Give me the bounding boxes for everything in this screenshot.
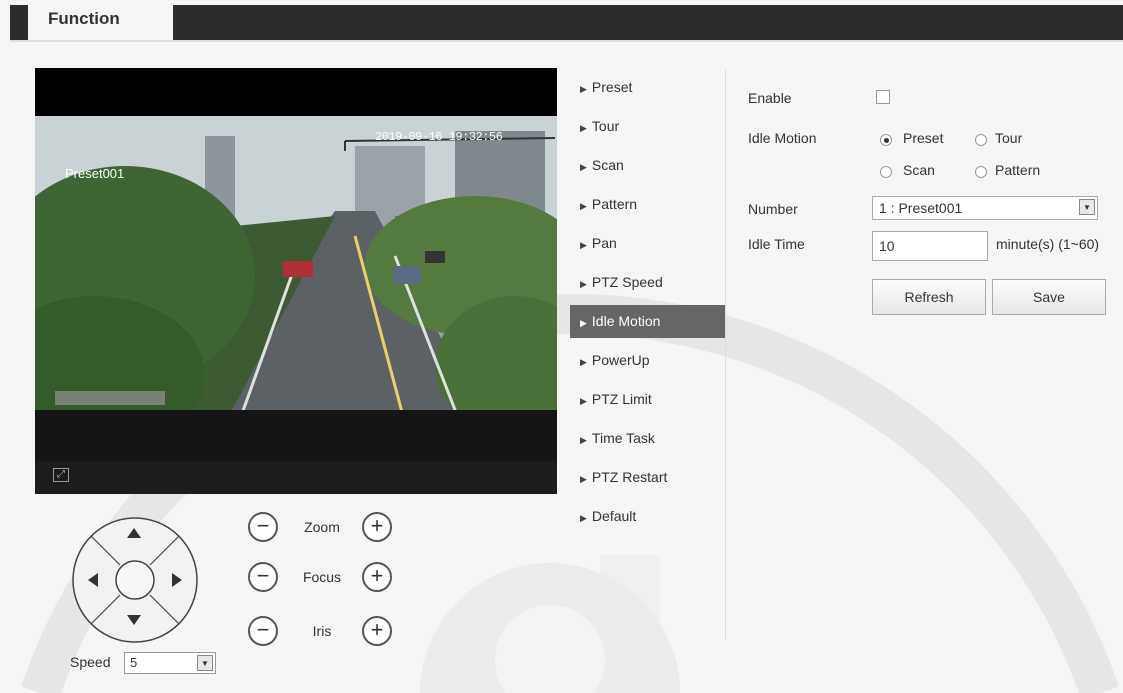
menu-item-label: Time Task (591, 430, 655, 446)
caret-right-icon: ▶ (580, 240, 587, 250)
caret-right-icon: ▶ (580, 357, 587, 367)
menu-item-ptz-restart[interactable]: ▶ PTZ Restart (570, 460, 725, 499)
caret-right-icon: ▶ (580, 201, 587, 211)
pan-down-icon[interactable] (127, 615, 141, 625)
menu-item-default[interactable]: ▶ Default (570, 499, 725, 538)
menu-item-scan[interactable]: ▶ Scan (570, 148, 725, 187)
radio-preset-label: Preset (903, 130, 944, 146)
live-video[interactable]: 2019-09-16 19:32:56 Preset001 ⤢ (35, 68, 557, 494)
focus-in-button[interactable]: + (362, 562, 392, 592)
caret-right-icon: ▶ (580, 123, 587, 133)
enable-checkbox[interactable] (876, 90, 890, 104)
speed-select[interactable]: 5 ▼ (124, 652, 216, 674)
radio-pattern[interactable] (975, 166, 987, 178)
menu-item-powerup[interactable]: ▶ PowerUp (570, 343, 725, 382)
chevron-down-icon: ▼ (1079, 199, 1095, 215)
menu-item-tour[interactable]: ▶ Tour (570, 109, 725, 148)
pan-left-icon[interactable] (88, 573, 98, 587)
menu-item-label: PTZ Limit (591, 391, 652, 407)
header-divider (10, 40, 1123, 42)
radio-preset[interactable] (880, 134, 892, 146)
focus-label: Focus (302, 569, 342, 585)
refresh-button[interactable]: Refresh (872, 279, 986, 315)
header-bar (10, 5, 1123, 40)
menu-item-label: Default (591, 508, 637, 524)
save-button[interactable]: Save (992, 279, 1106, 315)
caret-right-icon: ▶ (580, 279, 587, 289)
speed-label: Speed (70, 654, 111, 670)
enable-label: Enable (748, 90, 792, 106)
idle-motion-label: Idle Motion (748, 130, 817, 146)
tab-function[interactable]: Function (28, 0, 173, 42)
idle-time-input[interactable]: 10 (872, 231, 988, 261)
pan-right-icon[interactable] (172, 573, 182, 587)
menu-item-label: Idle Motion (591, 313, 661, 329)
menu-item-ptz-speed[interactable]: ▶ PTZ Speed (570, 265, 725, 304)
menu-item-ptz-limit[interactable]: ▶ PTZ Limit (570, 382, 725, 421)
number-value: 1 : Preset001 (879, 200, 963, 216)
iris-open-button[interactable]: + (362, 616, 392, 646)
osd-preset-label: Preset001 (65, 166, 125, 181)
menu-item-idle-motion[interactable]: ▶ Idle Motion (570, 305, 725, 338)
radio-tour[interactable] (975, 134, 987, 146)
menu-item-label: PTZ Speed (591, 274, 663, 290)
menu-item-label: PTZ Restart (591, 469, 668, 485)
menu-item-label: Scan (591, 157, 624, 173)
focus-out-button[interactable]: − (248, 562, 278, 592)
pan-up-icon[interactable] (127, 528, 141, 538)
menu-item-label: Pan (591, 235, 617, 251)
caret-right-icon: ▶ (580, 513, 587, 523)
osd-timestamp: 2019-09-16 19:32:56 (375, 130, 503, 144)
caret-right-icon: ▶ (580, 474, 587, 484)
radio-tour-label: Tour (995, 130, 1023, 146)
caret-right-icon: ▶ (580, 396, 587, 406)
fullscreen-icon[interactable]: ⤢ (53, 468, 69, 482)
menu-divider (725, 70, 726, 640)
caret-right-icon: ▶ (580, 318, 587, 328)
function-menu: ▶ Preset ▶ Tour ▶ Scan ▶ Pattern ▶ Pan ▶ PTZ S… (570, 70, 725, 538)
idle-time-label: Idle Time (748, 236, 805, 252)
menu-item-pattern[interactable]: ▶ Pattern (570, 187, 725, 226)
chevron-down-icon: ▼ (197, 655, 213, 671)
menu-item-label: PowerUp (591, 352, 650, 368)
radio-scan-label: Scan (903, 162, 935, 178)
menu-item-label: Tour (591, 118, 620, 134)
menu-item-time-task[interactable]: ▶ Time Task (570, 421, 725, 460)
iris-label: Iris (312, 623, 332, 639)
radio-pattern-label: Pattern (995, 162, 1041, 178)
speed-value: 5 (130, 655, 138, 670)
radio-scan[interactable] (880, 166, 892, 178)
zoom-out-button[interactable]: − (248, 512, 278, 542)
idle-time-unit: minute(s) (1~60) (996, 236, 1100, 252)
iris-close-button[interactable]: − (248, 616, 278, 646)
caret-right-icon: ▶ (580, 84, 587, 94)
number-select[interactable]: 1 : Preset001 ▼ (872, 196, 1098, 220)
zoom-in-button[interactable]: + (362, 512, 392, 542)
video-lower-band (35, 410, 557, 462)
caret-right-icon: ▶ (580, 162, 587, 172)
zoom-label: Zoom (304, 519, 340, 535)
video-toolbar (35, 461, 557, 494)
menu-item-preset[interactable]: ▶ Preset (570, 70, 725, 109)
number-label: Number (748, 201, 798, 217)
caret-right-icon: ▶ (580, 435, 587, 445)
menu-item-pan[interactable]: ▶ Pan (570, 226, 725, 265)
menu-item-label: Preset (591, 79, 633, 95)
menu-item-label: Pattern (591, 196, 638, 212)
